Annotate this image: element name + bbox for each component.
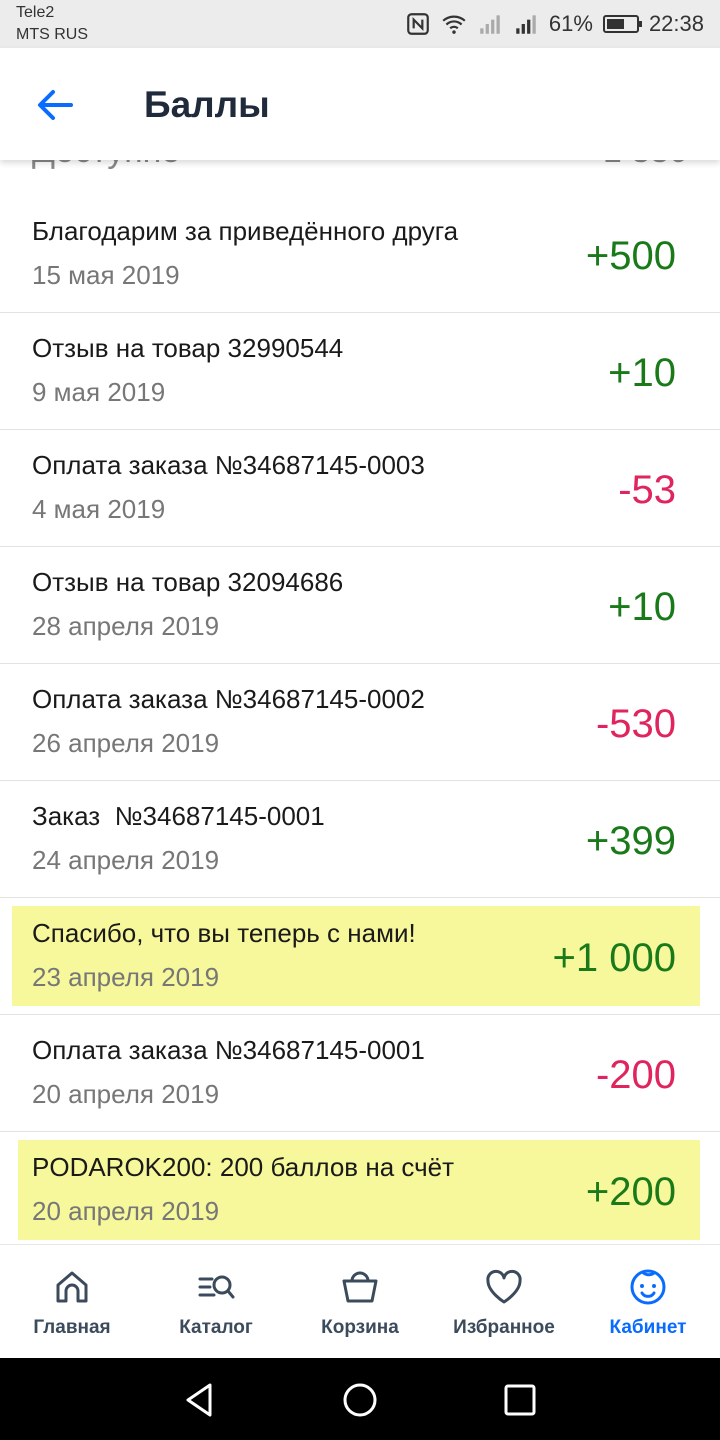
home-icon — [56, 1271, 88, 1303]
transaction-date: 26 апреля 2019 — [32, 728, 220, 758]
heart-icon — [486, 1269, 522, 1304]
nav-profile-face[interactable]: Кабинет — [576, 1245, 720, 1358]
points-summary-row: Доступно 1 330 — [32, 160, 688, 172]
transaction-amount: -53 — [618, 468, 676, 512]
wifi-icon — [442, 15, 466, 34]
battery-fill — [606, 19, 625, 29]
transaction-date: 15 мая 2019 — [32, 260, 180, 290]
carrier-name-secondary: MTS RUS — [16, 26, 88, 43]
transaction-title: PODAROK200: 200 баллов на счёт — [32, 1152, 455, 1182]
transaction-amount: +500 — [585, 234, 676, 278]
nav-label: Каталог — [179, 1317, 253, 1338]
transaction-date: 23 апреля 2019 — [32, 962, 220, 992]
nfc-icon — [407, 13, 429, 35]
transaction-title: Спасибо, что вы теперь с нами! — [32, 918, 416, 948]
transaction-date: 28 апреля 2019 — [32, 611, 220, 641]
carrier-name-primary: Tele2 — [16, 4, 55, 21]
transaction-row[interactable]: Оплата заказа №34687145-0003 4 мая 2019 -5… — [0, 430, 720, 547]
transaction-date: 4 мая 2019 — [32, 494, 166, 524]
transaction-row[interactable]: Благодарим за приведённого друга 15 мая 2… — [0, 196, 720, 313]
transaction-amount: +10 — [608, 351, 676, 395]
transaction-title: Благодарим за приведённого друга — [32, 216, 459, 246]
summary-value: 1 330 — [603, 160, 688, 171]
transaction-list: Благодарим за приведённого друга 15 мая 2… — [0, 196, 720, 1244]
transactions-scroll-area[interactable]: Доступно 1 330 Благодарим за приведённог… — [0, 160, 720, 1244]
transaction-row[interactable]: Заказ №34687145-0001 24 апреля 2019 +399 — [0, 781, 720, 898]
battery-icon — [602, 15, 642, 33]
app-bar: Баллы — [0, 48, 720, 160]
signal-weak-icon — [480, 15, 500, 34]
nav-catalog-search[interactable]: Каталог — [144, 1245, 288, 1358]
transaction-date: 24 апреля 2019 — [32, 845, 220, 875]
nav-label: Избранное — [453, 1317, 555, 1338]
transaction-title: Отзыв на товар 32990544 — [32, 333, 344, 363]
transaction-date: 20 апреля 2019 — [32, 1196, 220, 1226]
transaction-amount: +10 — [608, 585, 676, 629]
transaction-row[interactable]: Отзыв на товар 32094686 28 апреля 2019 +10 — [0, 547, 720, 664]
battery-percent: 61% — [548, 11, 593, 36]
transaction-amount: +399 — [585, 819, 676, 863]
signal-strong-icon — [516, 15, 536, 34]
transaction-row[interactable]: Отзыв на товар 32990544 9 мая 2019 +10 — [0, 313, 720, 430]
clock: 22:38 — [648, 11, 704, 36]
transaction-title: Заказ №34687145-0001 — [32, 801, 325, 831]
back-button[interactable] — [30, 82, 80, 128]
transaction-title: Оплата заказа №34687145-0002 — [32, 684, 425, 714]
page-title: Баллы — [144, 84, 270, 125]
transaction-amount: +200 — [585, 1170, 676, 1214]
transaction-title: Оплата заказа №34687145-0003 — [32, 450, 425, 480]
transaction-amount: -530 — [595, 702, 676, 746]
nav-label: Корзина — [321, 1317, 399, 1338]
system-home-icon[interactable] — [340, 1380, 380, 1420]
bottom-navigation: Главная Каталог Корзина Избранное Кабинет — [0, 1244, 720, 1358]
summary-label: Доступно — [32, 160, 180, 170]
nav-label: Кабинет — [609, 1317, 687, 1338]
transaction-row[interactable]: PODAROK200: 200 баллов на счёт 20 апреля … — [0, 1132, 720, 1244]
arrow-left-icon — [38, 90, 73, 120]
catalog-search-icon — [198, 1275, 235, 1299]
transaction-row[interactable]: Оплата заказа №34687145-0002 26 апреля 20… — [0, 664, 720, 781]
nav-heart[interactable]: Избранное — [432, 1245, 576, 1358]
transaction-title: Оплата заказа №34687145-0001 — [32, 1035, 425, 1065]
status-icons: 61% 22:38 — [405, 8, 704, 40]
system-back-icon[interactable] — [180, 1380, 220, 1420]
transaction-amount: +1 000 — [552, 936, 676, 980]
status-bar: Tele2 MTS RUS 61% 22:38 — [0, 0, 720, 48]
transaction-row[interactable]: Оплата заказа №34687145-0001 20 апреля 20… — [0, 1015, 720, 1132]
transaction-date: 9 мая 2019 — [32, 377, 166, 407]
system-recents-icon[interactable] — [500, 1380, 540, 1420]
transaction-amount: -200 — [595, 1053, 676, 1097]
nav-home[interactable]: Главная — [0, 1245, 144, 1358]
basket-icon — [342, 1271, 378, 1303]
transaction-title: Отзыв на товар 32094686 — [32, 567, 344, 597]
profile-face-icon — [630, 1269, 666, 1305]
transaction-row[interactable]: Спасибо, что вы теперь с нами! 23 апреля … — [0, 898, 720, 1015]
nav-basket[interactable]: Корзина — [288, 1245, 432, 1358]
system-navigation-bar — [0, 1358, 720, 1440]
nav-label: Главная — [33, 1317, 111, 1338]
transaction-date: 20 апреля 2019 — [32, 1079, 220, 1109]
